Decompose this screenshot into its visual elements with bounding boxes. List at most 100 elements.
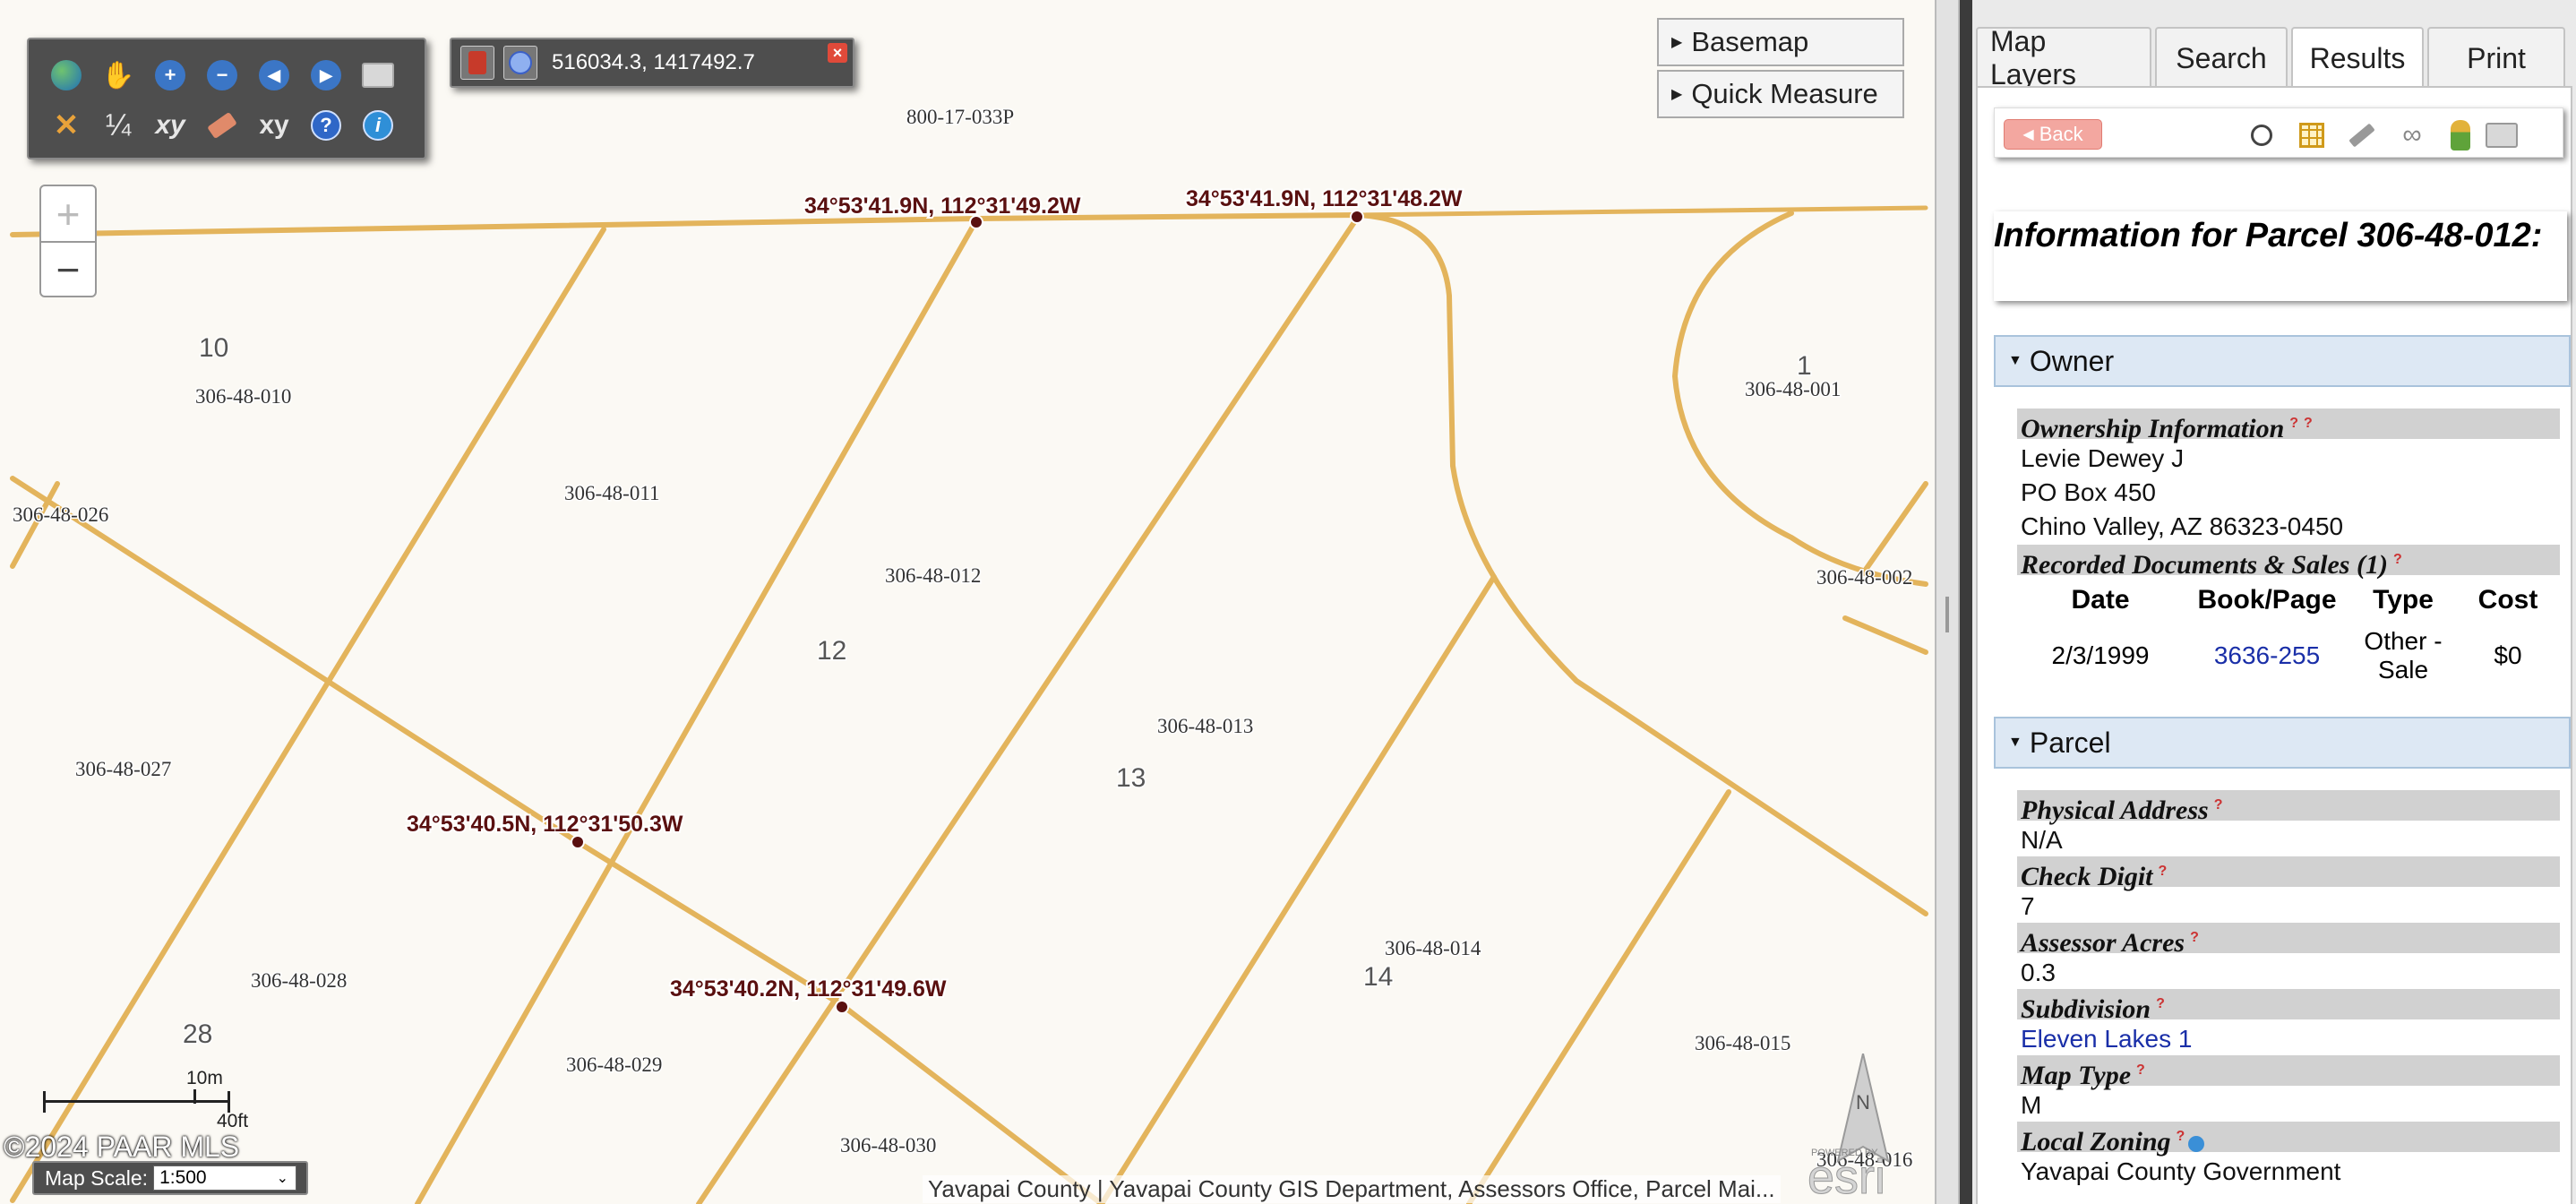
parcel-label[interactable]: 306-48-013 xyxy=(1156,714,1255,739)
esri-north-arrow: N POWERED BY esri xyxy=(1807,1054,1890,1200)
measure-button[interactable]: ¼ xyxy=(93,100,143,150)
parcel-label[interactable]: 306-48-030 xyxy=(839,1133,938,1158)
chevron-down-icon: ⌄ xyxy=(276,1171,289,1186)
zoom-in-button[interactable]: + xyxy=(41,186,95,241)
help-icon[interactable]: ? xyxy=(2393,545,2402,575)
zoom-out-button[interactable]: − xyxy=(41,241,95,296)
field-value: M xyxy=(2021,1091,2042,1119)
tab-map-layers[interactable]: Map Layers xyxy=(1976,25,2151,90)
parcel-line xyxy=(1466,789,1731,1204)
zoom-in-icon: + xyxy=(155,60,185,90)
field-value: N/A xyxy=(2021,826,2063,854)
basemap-button[interactable]: ▶ Basemap xyxy=(1657,18,1904,66)
field-value: 7 xyxy=(2021,892,2035,920)
parcel-map[interactable]: 34°53'41.9N, 112°31'49.2W 34°53'41.9N, 1… xyxy=(0,0,1935,1204)
parcel-label[interactable]: 306-48-014 xyxy=(1384,936,1483,961)
subdivision-link[interactable]: Eleven Lakes 1 xyxy=(2021,1025,2192,1054)
projection-button[interactable] xyxy=(503,46,537,80)
parcel-label[interactable]: 306-48-010 xyxy=(194,384,293,409)
printer-icon xyxy=(2486,123,2518,148)
parcel-label[interactable]: 306-48-015 xyxy=(1694,1031,1792,1056)
next-extent-icon: ▶ xyxy=(311,60,341,90)
zoom-out-tool-button[interactable]: − xyxy=(197,50,247,100)
back-button[interactable]: ◀ Back xyxy=(2004,119,2102,150)
parcel-line xyxy=(10,227,606,1203)
tab-results[interactable]: Results xyxy=(2291,27,2424,88)
close-icon[interactable]: × xyxy=(828,43,847,63)
quick-measure-button[interactable]: ▶ Quick Measure xyxy=(1657,70,1904,118)
map-link-icon[interactable] xyxy=(2188,1136,2205,1153)
edit-button[interactable] xyxy=(2344,117,2380,153)
lot-number: 14 xyxy=(1363,962,1393,992)
next-extent-button[interactable]: ▶ xyxy=(301,50,351,100)
parcel-label[interactable]: 306-48-026 xyxy=(12,503,110,528)
xy-icon: xy xyxy=(259,110,289,140)
parcel-section-header[interactable]: ▼ Parcel xyxy=(1994,717,2571,769)
field-value: Yavapai County Government xyxy=(2021,1157,2341,1185)
previous-extent-button[interactable]: ◀ xyxy=(249,50,299,100)
help-icon[interactable]: ? xyxy=(2177,1122,2185,1152)
scale-tick xyxy=(228,1091,230,1113)
owner-button[interactable] xyxy=(2443,117,2478,153)
identify-button[interactable]: i xyxy=(353,100,403,150)
xy-pencil-icon: xy xyxy=(155,110,185,140)
doc-date: 2/3/1999 xyxy=(2051,641,2150,669)
field-header: Local Zoning? xyxy=(2017,1122,2560,1157)
zoom-in-tool-button[interactable]: + xyxy=(145,50,195,100)
panel-border xyxy=(1960,0,1972,1204)
zoom-to-parcel-button[interactable] xyxy=(2244,117,2280,153)
parcel-label[interactable]: 800-17-033P xyxy=(906,105,1016,130)
field-header-label: Check Digit xyxy=(2021,862,2153,891)
parcel-label[interactable]: 306-48-001 xyxy=(1744,377,1842,402)
coordinate-tool-button[interactable]: xy xyxy=(145,100,195,150)
xy-locate-button[interactable]: xy xyxy=(249,100,299,150)
help-icon[interactable]: ? xyxy=(2190,923,2199,953)
pan-button[interactable]: ✋ xyxy=(93,50,143,100)
eraser-button[interactable] xyxy=(197,100,247,150)
coord-marker-dot[interactable] xyxy=(835,1000,849,1014)
parcel-label[interactable]: 306-48-002 xyxy=(1816,565,1914,590)
measure-fraction-icon: ¼ xyxy=(105,108,132,142)
print-map-button[interactable] xyxy=(353,50,403,100)
marker-icon xyxy=(468,51,486,74)
column-header-book-page: Book/Page xyxy=(2197,585,2337,615)
parcel-label[interactable]: 306-48-028 xyxy=(250,968,348,993)
owner-section-label: Owner xyxy=(2029,344,2115,377)
help-icon[interactable]: ? xyxy=(2159,856,2168,887)
table-view-button[interactable] xyxy=(2294,117,2330,153)
help-icon[interactable]: ? xyxy=(2304,408,2313,439)
printer-icon xyxy=(362,63,394,88)
parcel-label[interactable]: 306-48-027 xyxy=(74,757,173,782)
coord-marker-dot[interactable] xyxy=(1350,210,1364,224)
link-button[interactable]: ∞ xyxy=(2394,117,2430,153)
parcel-label[interactable]: 306-48-011 xyxy=(563,481,661,506)
help-icon[interactable]: ? xyxy=(2214,790,2223,821)
scale-bar: 10m 40ft xyxy=(43,1068,248,1131)
clear-graphics-button[interactable]: ✕ xyxy=(41,100,91,150)
help-button[interactable]: ? xyxy=(301,100,351,150)
print-results-button[interactable] xyxy=(2484,117,2520,153)
parcel-label[interactable]: 306-48-012 xyxy=(884,563,983,589)
full-extent-button[interactable] xyxy=(41,50,91,100)
tab-print[interactable]: Print xyxy=(2427,27,2565,88)
owner-section-header[interactable]: ▼ Owner xyxy=(1994,335,2571,387)
expand-arrow-icon: ▶ xyxy=(1671,87,1683,102)
panel-splitter[interactable] xyxy=(1935,0,1960,1204)
column-header-date: Date xyxy=(2071,585,2130,615)
coordinate-mode-button[interactable] xyxy=(460,46,494,80)
help-icon[interactable]: ? xyxy=(2156,989,2165,1019)
zoom-control: + − xyxy=(39,185,97,297)
scale-metric-label: 10m xyxy=(186,1068,223,1088)
coord-marker-dot[interactable] xyxy=(571,835,585,849)
field-header-label: Map Type xyxy=(2021,1061,2132,1090)
doc-book-page-link[interactable]: 3636-255 xyxy=(2184,620,2350,692)
help-icon[interactable]: ? xyxy=(2289,408,2298,439)
tab-search[interactable]: Search xyxy=(2155,27,2288,88)
parcel-label[interactable]: 306-48-029 xyxy=(565,1053,664,1078)
help-icon[interactable]: ? xyxy=(2136,1055,2145,1086)
map-scale-select[interactable]: 1:500 ⌄ xyxy=(153,1165,297,1191)
doc-cost: $0 xyxy=(2494,641,2522,669)
column-header-cost: Cost xyxy=(2477,585,2538,615)
map-view[interactable]: 34°53'41.9N, 112°31'49.2W 34°53'41.9N, 1… xyxy=(0,0,1935,1204)
link-icon: ∞ xyxy=(2402,120,2422,150)
